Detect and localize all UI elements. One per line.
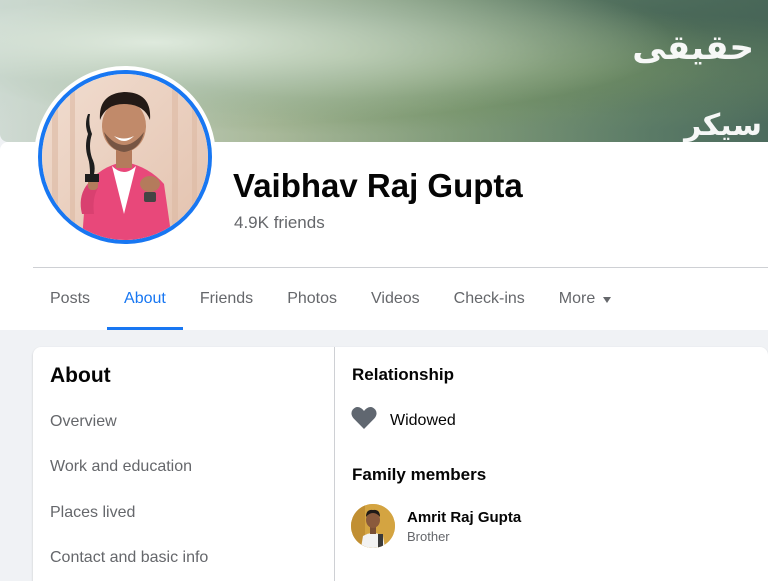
family-member-info: Amrit Raj Gupta Brother bbox=[407, 509, 521, 544]
family-member-name[interactable]: Amrit Raj Gupta bbox=[407, 509, 521, 526]
family-member-relation: Brother bbox=[407, 528, 450, 544]
tab-photos[interactable]: Photos bbox=[270, 268, 354, 330]
tab-more-label: More bbox=[558, 290, 596, 307]
heart-icon bbox=[351, 406, 377, 435]
tab-posts[interactable]: Posts bbox=[33, 268, 107, 330]
about-sidebar: About Overview Work and education Places… bbox=[33, 347, 335, 581]
profile-tabs: Posts About Friends Photos Videos Check-… bbox=[33, 268, 628, 330]
relationship-status: Widowed bbox=[390, 411, 456, 429]
profile-avatar[interactable] bbox=[34, 66, 216, 248]
family-member-item[interactable]: Amrit Raj Gupta Brother bbox=[351, 504, 521, 548]
tab-check-ins[interactable]: Check-ins bbox=[437, 268, 542, 330]
friends-count[interactable]: 4.9K friends bbox=[234, 213, 325, 233]
relationship-heading: Relationship bbox=[352, 365, 455, 384]
about-card: About Overview Work and education Places… bbox=[33, 347, 768, 581]
tab-videos[interactable]: Videos bbox=[354, 268, 437, 330]
avatar-story-ring bbox=[38, 70, 212, 244]
family-heading: Family members bbox=[352, 465, 487, 484]
about-nav-contact-info[interactable]: Contact and basic info bbox=[50, 549, 208, 567]
tab-about[interactable]: About bbox=[107, 268, 183, 330]
avatar-photo bbox=[42, 74, 208, 240]
tab-friends[interactable]: Friends bbox=[183, 268, 270, 330]
profile-name[interactable]: Vaibhav Raj Gupta bbox=[233, 167, 523, 205]
tab-more[interactable]: More bbox=[542, 268, 628, 330]
family-member-avatar[interactable] bbox=[351, 504, 395, 548]
cover-overlay-text: حقیقی bbox=[632, 28, 754, 68]
relationship-row: Widowed bbox=[351, 406, 456, 435]
about-nav-overview[interactable]: Overview bbox=[50, 413, 117, 431]
caret-down-icon bbox=[603, 296, 612, 303]
about-nav-places-lived[interactable]: Places lived bbox=[50, 504, 135, 522]
profile-page: حقیقی سیکر Vaibhav Raj Gupta 4.9K friend… bbox=[0, 0, 768, 581]
about-title: About bbox=[50, 364, 111, 387]
cover-overlay-text: سیکر bbox=[684, 108, 762, 143]
about-nav-work-education[interactable]: Work and education bbox=[50, 458, 192, 476]
